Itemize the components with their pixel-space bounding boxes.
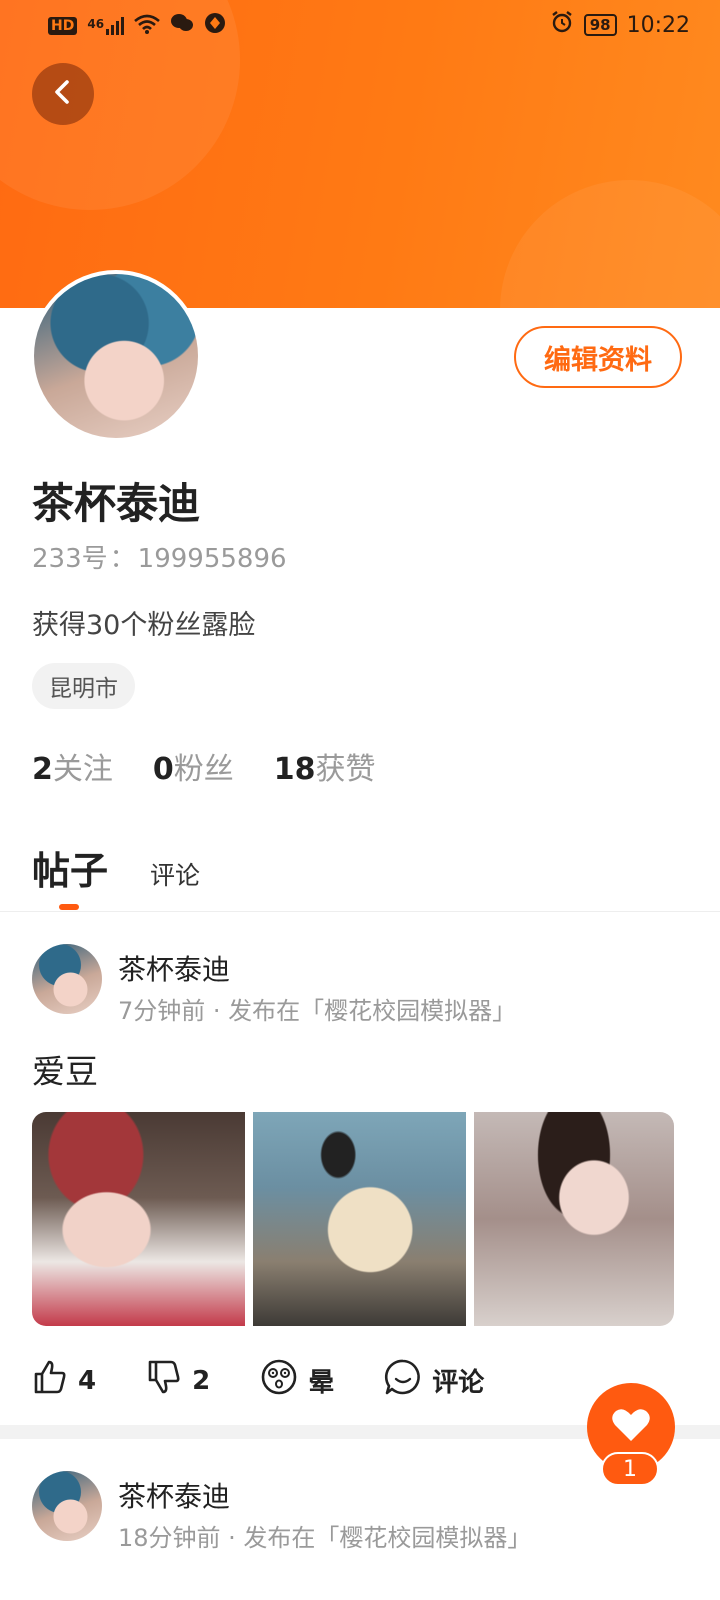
- stat-followers-count: 0: [152, 752, 174, 787]
- active-tab-indicator: [59, 904, 79, 910]
- stat-likes[interactable]: 18获赞: [274, 744, 376, 788]
- profile-avatar[interactable]: [30, 270, 202, 442]
- tab-posts[interactable]: 帖子: [32, 840, 109, 910]
- post-author-name[interactable]: 茶杯泰迪: [118, 1475, 230, 1515]
- heart-icon: [611, 1407, 651, 1447]
- comment-button[interactable]: 评论: [384, 1358, 484, 1403]
- edit-profile-button[interactable]: 编辑资料: [514, 326, 682, 388]
- post-author-avatar[interactable]: [32, 1471, 102, 1541]
- profile-name: 茶杯泰迪: [32, 479, 201, 528]
- clock-time: 10:22: [626, 12, 690, 38]
- network-type-label: 46: [87, 17, 105, 31]
- wechat-icon: [170, 12, 194, 40]
- alarm-icon: [550, 10, 574, 40]
- stat-following-count: 2: [32, 752, 53, 787]
- profile-stats: 2关注 0粉丝 18获赞: [32, 744, 376, 788]
- post-actions: 4 2 晕 评论: [32, 1358, 534, 1403]
- floating-like-count: 1: [601, 1452, 659, 1486]
- post-meta: 7分钟前 · 发布在「樱花校园模拟器」: [118, 997, 517, 1025]
- like-count: 4: [78, 1365, 97, 1396]
- city-tag[interactable]: 昆明市: [32, 663, 135, 709]
- app-notification-icon: [204, 12, 226, 40]
- fans-achievement-text: 获得30个粉丝露脸: [32, 610, 256, 641]
- status-bar-left: HD 46: [48, 12, 226, 40]
- post-image[interactable]: [253, 1112, 466, 1326]
- tab-posts-label: 帖子: [32, 849, 109, 893]
- wifi-icon: [134, 13, 160, 40]
- post-author-name[interactable]: 茶杯泰迪: [118, 948, 230, 988]
- post-meta: 18分钟前 · 发布在「樱花校园模拟器」: [118, 1524, 532, 1552]
- dislike-button[interactable]: 2: [146, 1359, 210, 1402]
- thumbs-down-icon: [146, 1359, 182, 1402]
- post-image[interactable]: [32, 1112, 245, 1326]
- stat-followers-label: 粉丝: [173, 752, 234, 787]
- post-image[interactable]: [474, 1112, 674, 1326]
- user-id-value: 199955896: [137, 544, 287, 574]
- hd-badge: HD: [48, 17, 78, 35]
- divider: [0, 911, 720, 912]
- dizzy-reaction-label: 晕: [308, 1368, 335, 1398]
- status-bar-right: 98 10:22: [550, 10, 690, 40]
- network-signal-icon: 46: [87, 17, 125, 35]
- user-id: 233号：199955896: [32, 538, 287, 575]
- stat-following-label: 关注: [52, 752, 113, 787]
- stat-likes-count: 18: [273, 752, 316, 787]
- dizzy-face-icon: [260, 1358, 298, 1403]
- chevron-left-icon: [49, 78, 77, 110]
- comment-bubble-icon: [384, 1358, 422, 1403]
- profile-tabs: 帖子 评论: [32, 840, 200, 910]
- post-image-grid: [32, 1112, 674, 1326]
- stat-followers[interactable]: 0粉丝: [153, 744, 234, 788]
- stat-likes-label: 获赞: [315, 752, 376, 787]
- status-bar: HD 46 98 10:22: [0, 0, 720, 50]
- back-button[interactable]: [32, 63, 94, 125]
- stat-following[interactable]: 2关注: [32, 744, 113, 788]
- battery-indicator: 98: [583, 14, 617, 36]
- tab-comments[interactable]: 评论: [150, 856, 200, 892]
- post-title[interactable]: 爱豆: [32, 1045, 98, 1093]
- user-id-label: 233号: [32, 544, 108, 574]
- dislike-count: 2: [192, 1365, 211, 1396]
- post-author-avatar[interactable]: [32, 944, 102, 1014]
- avatar-image: [34, 274, 198, 438]
- dizzy-reaction-button[interactable]: 晕: [260, 1358, 334, 1403]
- header-decoration: [500, 180, 720, 308]
- thumbs-up-icon: [32, 1359, 68, 1402]
- like-button[interactable]: 4: [32, 1359, 96, 1402]
- comment-label: 评论: [432, 1368, 485, 1398]
- user-id-separator: ：: [109, 544, 136, 574]
